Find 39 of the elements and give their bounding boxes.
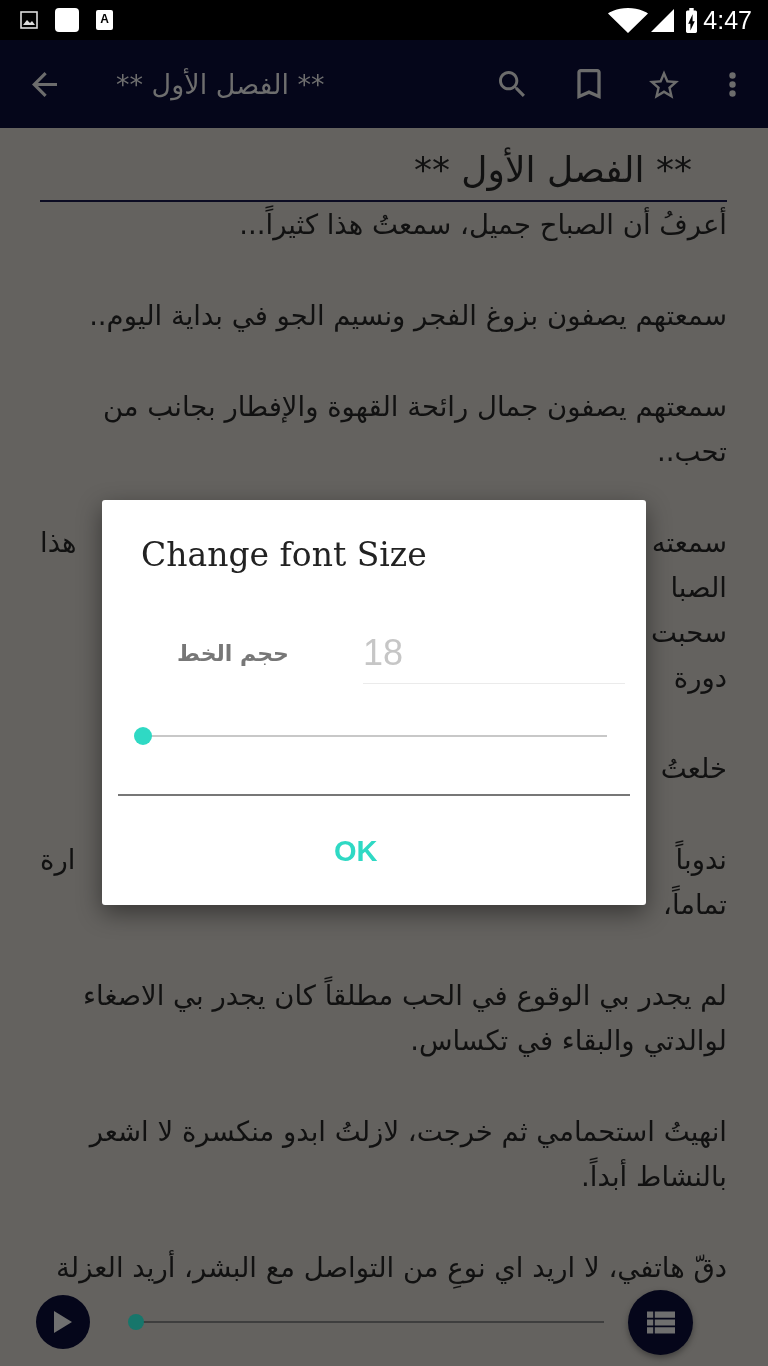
search-icon[interactable]: [499, 71, 525, 97]
text-fragment: الصبا: [670, 570, 727, 605]
paragraph-text: لم يجدر بي الوقوع في الحب مطلقاً كان يجدر بي الاصغاء لوالدتي والبقاء في تكساس.: [40, 973, 727, 1063]
text-fragment: خلعتُ: [660, 751, 727, 786]
play-icon: [54, 1311, 72, 1333]
font-size-label: حجم الخط: [177, 640, 289, 666]
slider-thumb[interactable]: [134, 727, 152, 745]
more-options-icon[interactable]: [729, 71, 736, 97]
image-icon: [20, 10, 38, 30]
bookmark-icon[interactable]: [577, 69, 601, 99]
text-fragment: هذا: [40, 525, 77, 560]
wifi-icon: [608, 7, 649, 33]
paragraph-text: سمعتهم يصفون بزوغ الفجر ونسيم الجو في بداية اليوم..: [88, 298, 727, 334]
app-notification-icon: [55, 8, 79, 32]
ok-button[interactable]: OK: [314, 823, 398, 879]
letter-badge: A: [96, 10, 113, 30]
back-arrow-icon[interactable]: [32, 71, 57, 97]
clock-time: 4:47: [703, 5, 752, 35]
paragraph-text: دقّ هاتفي، لا اريد اي نوعِ من التواصل مع البشر، أريد العزلة: [40, 1245, 727, 1290]
paragraph-text: أعرفُ أن الصباح جميل، سمعتُ هذا كثيراً...: [40, 202, 727, 247]
star-icon[interactable]: [649, 69, 679, 99]
app-bar-title: ** الفصل الأول **: [116, 68, 325, 100]
text-fragment: دورة: [673, 660, 727, 696]
play-button[interactable]: [36, 1295, 90, 1349]
list-icon: [646, 1310, 675, 1334]
dialog-title: Change font Size: [141, 534, 427, 576]
battery-charging-icon: [686, 7, 698, 33]
text-fragment: ندوباً: [675, 837, 727, 882]
chapter-heading: ** الفصل الأول **: [40, 147, 727, 202]
list-button[interactable]: [628, 1289, 693, 1355]
text-fragment: سمعته: [651, 525, 727, 560]
paragraph-text: سمعتهم يصفون جمال رائحة القهوة والإفطار بجانب من تحب..: [101, 389, 727, 469]
signal-icon: [651, 8, 675, 32]
text-fragment: ارة: [40, 842, 76, 878]
slider-thumb[interactable]: [128, 1314, 144, 1330]
text-fragment: سحبت: [650, 615, 727, 650]
paragraph-text: انهيتُ استحمامي ثم خرجت، لازلتُ ابدو منكسرة لا اشعر بالنشاط أبداً.: [87, 1114, 727, 1194]
text-fragment: تماماً،: [663, 882, 727, 927]
font-size-input[interactable]: 18: [363, 622, 625, 684]
